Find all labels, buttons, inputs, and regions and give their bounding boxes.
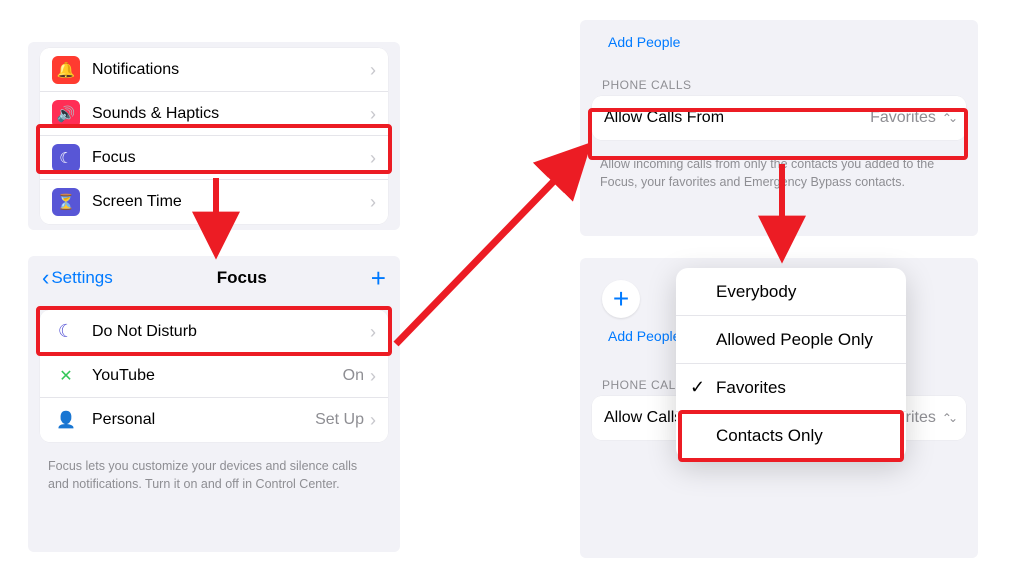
menu-item-label: Contacts Only: [694, 426, 823, 446]
chevron-right-icon: ›: [370, 367, 376, 385]
row-value: Set Up: [315, 411, 364, 429]
row-label: Personal: [92, 411, 315, 429]
settings-row-notifications[interactable]: 🔔 Notifications ›: [40, 48, 388, 92]
add-people-link[interactable]: Add People: [580, 20, 978, 60]
menu-item-allowed-people-only[interactable]: Allowed People Only: [676, 316, 906, 364]
focus-row-personal[interactable]: 👤 Personal Set Up ›: [40, 398, 388, 442]
row-label: Do Not Disturb: [92, 323, 370, 341]
back-button[interactable]: ‹ Settings: [42, 265, 113, 291]
moon-icon: ☾: [52, 318, 80, 346]
add-button[interactable]: +: [371, 265, 386, 291]
row-label: Screen Time: [92, 193, 370, 211]
settings-list-panel: 🔔 Notifications › 🔊 Sounds & Haptics › ☾…: [28, 42, 400, 230]
section-header-phonecalls: PHONE CALLS: [580, 60, 978, 96]
row-label: Allow Calls From: [604, 109, 870, 127]
allow-calls-from-row[interactable]: Allow Calls From Favorites ⌃⌄: [592, 96, 966, 140]
menu-item-everybody[interactable]: Everybody: [676, 268, 906, 316]
add-people-circle-button[interactable]: +: [602, 280, 640, 318]
chevron-right-icon: ›: [370, 61, 376, 79]
row-label: Focus: [92, 149, 370, 167]
updown-icon: ⌃⌄: [942, 411, 954, 425]
row-value: Favorites: [870, 109, 936, 127]
row-label: Sounds & Haptics: [92, 105, 370, 123]
menu-item-label: Favorites: [694, 378, 786, 398]
chevron-right-icon: ›: [370, 323, 376, 341]
focus-row-dnd[interactable]: ☾ Do Not Disturb ›: [40, 310, 388, 354]
focus-row-youtube[interactable]: ✕ YouTube On ›: [40, 354, 388, 398]
moon-icon: ☾: [52, 144, 80, 172]
focus-footer-note: Focus lets you customize your devices an…: [28, 452, 400, 503]
row-value: On: [343, 367, 364, 385]
settings-row-focus[interactable]: ☾ Focus ›: [40, 136, 388, 180]
hourglass-icon: ⏳: [52, 188, 80, 216]
chevron-right-icon: ›: [370, 149, 376, 167]
allow-calls-dropdown-menu: Everybody Allowed People Only ✓ Favorite…: [676, 268, 906, 460]
updown-icon: ⌃⌄: [942, 111, 954, 125]
bell-icon: 🔔: [52, 56, 80, 84]
back-label: Settings: [51, 268, 112, 288]
allow-calls-footer-note: Allow incoming calls from only the conta…: [580, 150, 978, 201]
menu-item-favorites[interactable]: ✓ Favorites: [676, 364, 906, 412]
person-icon: 👤: [52, 406, 80, 434]
nav-title: Focus: [217, 268, 267, 288]
checkmark-icon: ✓: [690, 377, 705, 398]
menu-item-label: Everybody: [694, 282, 796, 302]
speaker-icon: 🔊: [52, 100, 80, 128]
allow-calls-panel: Add People PHONE CALLS Allow Calls From …: [580, 20, 978, 236]
chevron-left-icon: ‹: [42, 265, 49, 291]
menu-item-contacts-only[interactable]: Contacts Only: [676, 412, 906, 460]
nav-bar: ‹ Settings Focus +: [28, 256, 400, 300]
row-label: YouTube: [92, 367, 343, 385]
focus-panel: ‹ Settings Focus + ☾ Do Not Disturb › ✕ …: [28, 256, 400, 552]
chevron-right-icon: ›: [370, 105, 376, 123]
settings-row-screentime[interactable]: ⏳ Screen Time ›: [40, 180, 388, 224]
settings-row-sounds-haptics[interactable]: 🔊 Sounds & Haptics ›: [40, 92, 388, 136]
arrow-dnd-to-allowcalls: [396, 150, 584, 344]
chevron-right-icon: ›: [370, 411, 376, 429]
chevron-right-icon: ›: [370, 193, 376, 211]
menu-item-label: Allowed People Only: [694, 330, 873, 350]
tools-icon: ✕: [52, 362, 80, 390]
row-label: Notifications: [92, 61, 370, 79]
